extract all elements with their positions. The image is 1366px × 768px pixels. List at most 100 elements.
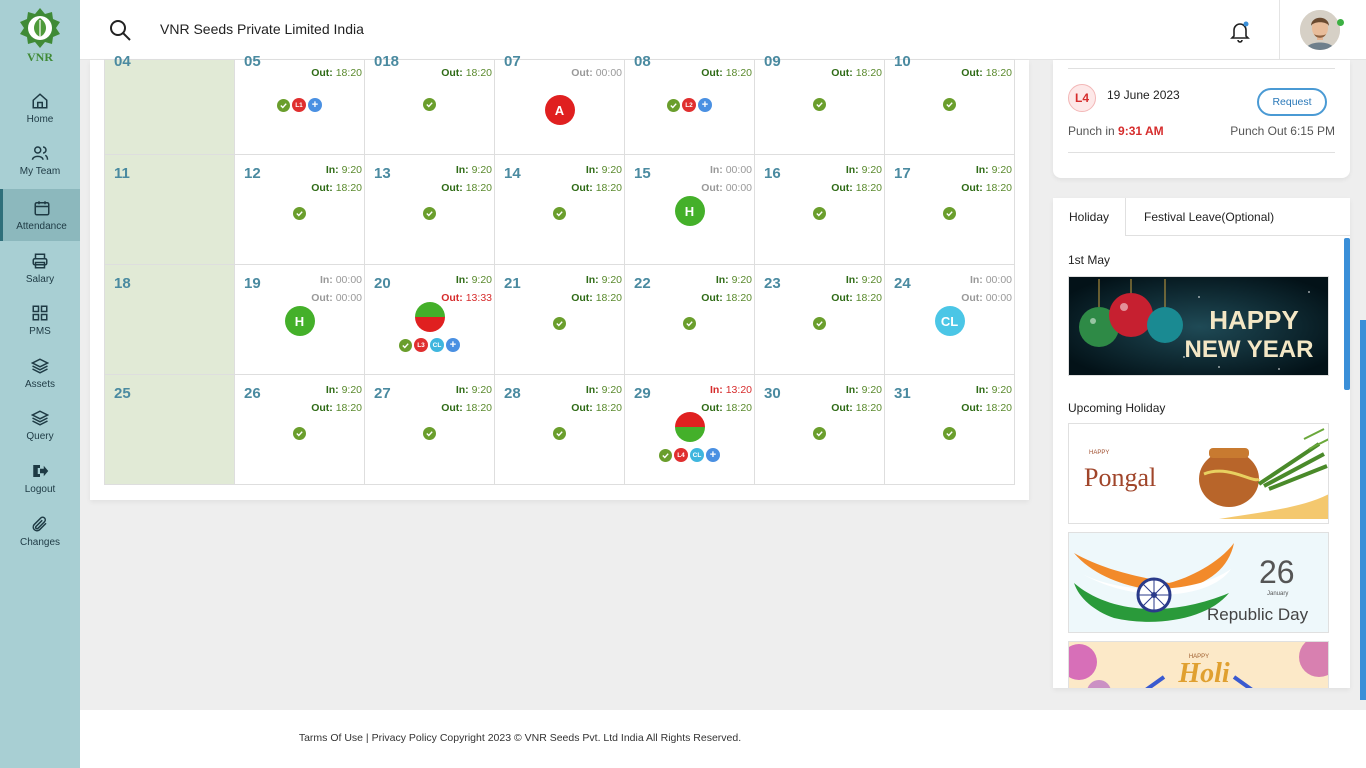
- punch-out-time: Out: 18:20: [311, 402, 362, 414]
- add-request-icon[interactable]: +: [706, 448, 720, 462]
- out-value: 18:20: [725, 402, 752, 414]
- out-label: Out:: [441, 292, 463, 304]
- day-number: 05: [244, 53, 261, 70]
- add-request-icon[interactable]: +: [698, 98, 712, 112]
- add-request-icon[interactable]: +: [308, 98, 322, 112]
- page-scrollbar[interactable]: [1360, 320, 1366, 700]
- republic-day-number: 26: [1259, 554, 1295, 590]
- sidebar-item-label: Attendance: [16, 220, 67, 232]
- sidebar-item-pms[interactable]: PMS: [0, 294, 80, 346]
- sidebar-item-salary[interactable]: Salary: [0, 242, 80, 294]
- punch-in-time: In: 9:20: [976, 164, 1012, 176]
- calendar-day-cell[interactable]: 29 In: 13:20 Out: 18:20 L4 CL +: [624, 374, 755, 485]
- in-label: In:: [585, 164, 599, 176]
- calendar-day-cell[interactable]: 018 Out: 18:20: [364, 53, 495, 155]
- absent-marker[interactable]: A: [544, 95, 575, 125]
- in-label: In:: [845, 384, 859, 396]
- casual-leave-marker[interactable]: CL: [934, 306, 965, 336]
- in-label: In:: [585, 274, 599, 286]
- calendar-day-cell[interactable]: 28 In: 9:20 Out: 18:20: [494, 374, 625, 485]
- punch-out-time: Out: 00:00: [311, 292, 362, 304]
- out-label: Out:: [701, 292, 723, 304]
- in-label: In:: [709, 384, 723, 396]
- in-value: 9:20: [731, 274, 752, 286]
- out-value: 18:20: [595, 292, 622, 304]
- calendar-day-cell[interactable]: 31 In: 9:20 Out: 18:20: [884, 374, 1015, 485]
- day-number: 17: [894, 165, 911, 182]
- calendar-day-cell[interactable]: 07 Out: 00:00 A: [494, 53, 625, 155]
- in-label: In:: [715, 274, 729, 286]
- in-label: In:: [455, 384, 469, 396]
- calendar-day-cell[interactable]: 04: [104, 53, 235, 155]
- punch-out-time: Out: 18:20: [571, 292, 622, 304]
- calendar-day-cell[interactable]: 21 In: 9:20 Out: 18:20: [494, 264, 625, 375]
- out-value: 18:20: [855, 182, 882, 194]
- punch-in-time: In: 9:20: [586, 384, 622, 396]
- calendar-day-cell[interactable]: 05 Out: 18:20 L1 +: [234, 53, 365, 155]
- day-number: 27: [374, 385, 391, 402]
- day-number: 23: [764, 275, 781, 292]
- calendar-day-cell[interactable]: 22 In: 9:20 Out: 18:20: [624, 264, 755, 375]
- day-number: 09: [764, 53, 781, 70]
- punch-in-time: In: 13:20: [710, 384, 752, 396]
- out-label: Out:: [441, 67, 463, 79]
- tab-holiday[interactable]: Holiday: [1053, 198, 1127, 236]
- sidebar-item-assets[interactable]: Assets: [0, 347, 80, 399]
- punch-out-time: Out: 13:33: [441, 292, 492, 304]
- republic-day-month: January: [1267, 591, 1288, 597]
- calendar-day-cell[interactable]: 30 In: 9:20 Out: 18:20: [754, 374, 885, 485]
- calendar-day-cell[interactable]: 09 Out: 18:20: [754, 53, 885, 155]
- holiday-marker[interactable]: H: [284, 306, 315, 336]
- calendar-day-cell[interactable]: 23 In: 9:20 Out: 18:20: [754, 264, 885, 375]
- calendar-day-cell[interactable]: 19 In: 00:00 Out: 00:00 H: [234, 264, 365, 375]
- sidebar-item-logout[interactable]: Logout: [0, 452, 80, 504]
- punch-in-time: In: 9:20: [846, 384, 882, 396]
- request-button[interactable]: Request: [1257, 88, 1327, 116]
- calendar-day-cell[interactable]: 10 Out: 18:20: [884, 53, 1015, 155]
- day-number: 25: [114, 385, 131, 402]
- calendar-day-cell[interactable]: 18: [104, 264, 235, 375]
- day-number: 26: [244, 385, 261, 402]
- half-day-marker[interactable]: [674, 412, 705, 442]
- pongal-big-text: Pongal: [1084, 463, 1156, 492]
- calendar-day-cell[interactable]: 11: [104, 154, 235, 265]
- sidebar-item-query[interactable]: Query: [0, 399, 80, 451]
- calendar-day-cell[interactable]: 26 In: 9:20 Out: 18:20: [234, 374, 365, 485]
- calendar-day-cell[interactable]: 27 In: 9:20 Out: 18:20: [364, 374, 495, 485]
- sidebar-item-home[interactable]: Home: [0, 82, 80, 134]
- calendar-day-cell[interactable]: 15 In: 00:00 Out: 00:00 H: [624, 154, 755, 265]
- tab-festival-leave[interactable]: Festival Leave(Optional): [1128, 198, 1290, 236]
- holiday-marker[interactable]: H: [674, 196, 705, 226]
- status-icons: [365, 98, 494, 111]
- in-label: In:: [325, 164, 339, 176]
- punch-in-text: Punch in 9:31 AM: [1068, 124, 1164, 138]
- status-icons: [495, 207, 624, 220]
- calendar-day-cell[interactable]: 08 Out: 18:20 L2 +: [624, 53, 755, 155]
- calendar-day-cell[interactable]: 16 In: 9:20 Out: 18:20: [754, 154, 885, 265]
- present-check-icon: [293, 427, 306, 440]
- search-icon[interactable]: [108, 18, 132, 42]
- day-number: 31: [894, 385, 911, 402]
- in-value: 9:20: [991, 384, 1012, 396]
- half-day-marker[interactable]: [414, 302, 445, 332]
- bell-icon[interactable]: [1228, 19, 1252, 43]
- sidebar-item-my-team[interactable]: My Team: [0, 134, 80, 186]
- avatar[interactable]: [1300, 10, 1340, 50]
- calendar-day-cell[interactable]: 20 In: 9:20 Out: 13:33 L3 CL +: [364, 264, 495, 375]
- vnr-logo[interactable]: VNR: [18, 6, 62, 64]
- sidebar-item-changes[interactable]: Changes: [0, 505, 80, 557]
- sidebar-item-attendance[interactable]: Attendance: [0, 189, 80, 241]
- out-value: 18:20: [855, 67, 882, 79]
- calendar-day-cell[interactable]: 24 In: 00:00 Out: 00:00 CL: [884, 264, 1015, 375]
- calendar-day-cell[interactable]: 25: [104, 374, 235, 485]
- calendar-day-cell[interactable]: 17 In: 9:20 Out: 18:20: [884, 154, 1015, 265]
- paperclip-icon: [32, 515, 47, 531]
- calendar-day-cell[interactable]: 12 In: 9:20 Out: 18:20: [234, 154, 365, 265]
- calendar-day-cell[interactable]: 14 In: 9:20 Out: 18:20: [494, 154, 625, 265]
- add-request-icon[interactable]: +: [446, 338, 460, 352]
- holiday-scrollbar[interactable]: [1344, 238, 1350, 390]
- calendar-day-cell[interactable]: 13 In: 9:20 Out: 18:20: [364, 154, 495, 265]
- status-icons: [885, 98, 1014, 111]
- republic-day-text: Republic Day: [1207, 605, 1309, 624]
- status-icons: [755, 207, 884, 220]
